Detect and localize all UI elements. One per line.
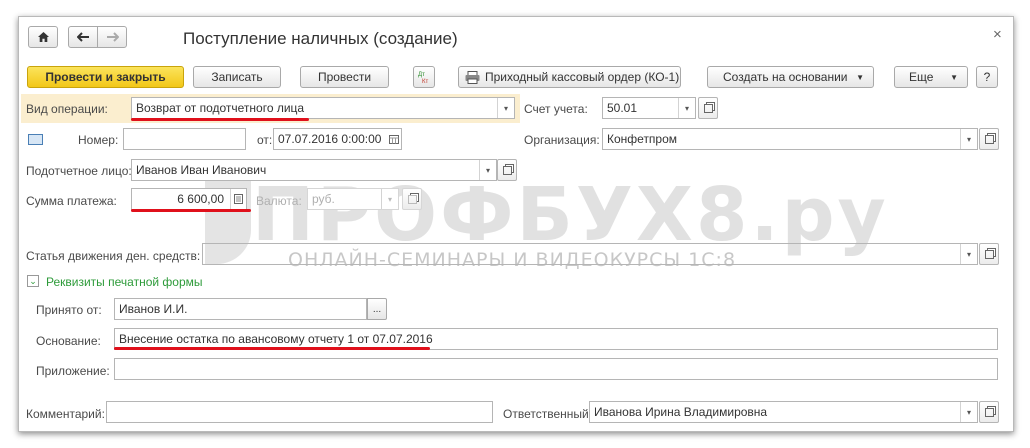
comment-label: Комментарий: [26,407,105,421]
help-button[interactable]: ? [976,66,998,88]
amount-label: Сумма платежа: [26,194,117,208]
date-value: 07.07.2016 0:00:00 [278,132,382,146]
amount-input[interactable]: 6 600,00 [131,188,247,210]
forward-button[interactable] [97,26,127,48]
currency-label: Валюта: [256,194,302,208]
open-icon[interactable] [698,97,718,119]
person-value: Иванов Иван Иванович [136,163,267,177]
svg-text:Кт: Кт [422,79,428,85]
dropdown-icon[interactable]: ▾ [960,402,977,422]
org-value: Конфетпром [607,132,678,146]
window-title: Поступление наличных (создание) [183,29,458,48]
received-input[interactable]: Иванов И.И. [114,298,367,320]
cashflow-select[interactable]: ▾ [202,243,978,265]
comment-input[interactable] [106,401,493,423]
more-label: Еще [909,70,934,84]
create-based-button[interactable]: Создать на основании ▼ [707,66,874,88]
received-label: Принято от: [36,303,102,317]
dt-kt-icon: Дт Кт [418,72,428,85]
responsible-value: Иванова Ирина Владимировна [594,405,768,419]
print-order-label: Приходный кассовый ордер (КО-1) [485,70,680,84]
dropdown-icon[interactable]: ▾ [381,189,398,209]
attachment-input[interactable] [114,358,998,380]
open-icon[interactable] [979,128,999,150]
close-icon[interactable]: × [993,26,1002,43]
arrow-right-icon [106,32,119,42]
operation-select[interactable]: Возврат от подотчетного лица ▾ [131,97,515,119]
number-input[interactable] [123,128,246,150]
person-select[interactable]: Иванов Иван Иванович ▾ [131,159,497,181]
document-icon [28,134,43,145]
number-label: Номер: [78,133,119,147]
post-button[interactable]: Провести [300,66,389,88]
open-icon[interactable] [979,243,999,265]
home-icon [37,32,49,42]
calculator-icon[interactable] [230,189,246,209]
arrow-left-icon [76,32,89,42]
save-button[interactable]: Записать [193,66,281,88]
select-button[interactable]: ... [367,298,387,320]
collapse-toggle-icon[interactable]: ⌄ [27,275,39,287]
amount-value: 6 600,00 [177,192,224,206]
home-button[interactable] [28,26,58,48]
operation-label: Вид операции: [26,102,108,116]
dropdown-icon[interactable]: ▾ [678,98,695,118]
responsible-label: Ответственный: [503,407,593,421]
date-input[interactable]: 07.07.2016 0:00:00 [273,128,402,150]
open-icon[interactable] [979,401,999,423]
calendar-icon[interactable] [387,129,401,149]
caret-down-icon: ▼ [950,72,958,82]
dropdown-icon[interactable]: ▾ [960,129,977,149]
attachment-label: Приложение: [36,364,110,378]
cashflow-label: Статья движения ден. средств: [26,249,201,263]
open-icon[interactable] [402,188,422,210]
account-value: 50.01 [607,101,638,115]
print-order-button[interactable]: Приходный кассовый ордер (КО-1) [458,66,681,88]
annotation-underline [114,347,430,350]
back-button[interactable] [68,26,98,48]
annotation-underline [131,209,251,212]
operation-value: Возврат от подотчетного лица [136,101,305,115]
more-button[interactable]: Еще ▼ [894,66,968,88]
create-based-label: Создать на основании [723,70,848,84]
org-label: Организация: [524,133,600,147]
responsible-select[interactable]: Иванова Ирина Владимировна ▾ [589,401,978,423]
org-select[interactable]: Конфетпром ▾ [602,128,978,150]
date-label: от: [257,133,273,147]
print-section-title[interactable]: Реквизиты печатной формы [46,275,203,289]
basis-label: Основание: [36,334,101,348]
dropdown-icon[interactable]: ▾ [479,160,496,180]
caret-down-icon: ▼ [856,72,864,82]
account-select[interactable]: 50.01 ▾ [602,97,696,119]
currency-select[interactable]: руб. ▾ [307,188,399,210]
dropdown-icon[interactable]: ▾ [497,98,514,118]
post-and-close-button[interactable]: Провести и закрыть [27,66,184,88]
account-label: Счет учета: [524,102,588,116]
dropdown-icon[interactable]: ▾ [960,244,977,264]
dt-kt-button[interactable]: Дт Кт [413,66,435,88]
person-label: Подотчетное лицо: [26,164,132,178]
open-icon[interactable] [497,159,517,181]
svg-text:Дт: Дт [418,72,425,78]
currency-value: руб. [312,192,335,206]
printer-icon [465,70,480,84]
annotation-underline [131,118,309,121]
